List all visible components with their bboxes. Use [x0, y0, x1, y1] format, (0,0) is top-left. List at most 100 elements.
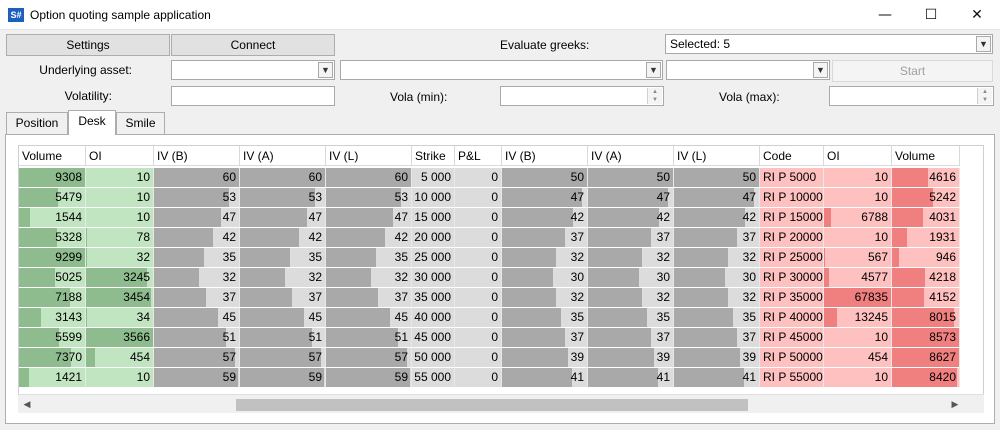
table-cell-strike[interactable]: 45 000 [412, 328, 455, 348]
table-cell-pnl[interactable]: 0 [455, 348, 502, 368]
table-cell-call-iv-bid[interactable]: 60 [154, 168, 240, 188]
table-cell-strike[interactable]: 50 000 [412, 348, 455, 368]
table-cell-put-iv-last[interactable]: 30 [674, 268, 760, 288]
table-cell-call-iv-bid[interactable]: 47 [154, 208, 240, 228]
table-cell-put-iv-ask[interactable]: 30 [588, 268, 674, 288]
table-cell-strike[interactable]: 30 000 [412, 268, 455, 288]
table-cell-put-iv-ask[interactable]: 32 [588, 248, 674, 268]
table-cell-call-oi[interactable]: 3566 [86, 328, 154, 348]
table-cell-call-oi[interactable]: 3454 [86, 288, 154, 308]
table-cell-put-code[interactable]: RI P 35000 [760, 288, 824, 308]
table-cell-put-code[interactable]: RI P 45000 [760, 328, 824, 348]
table-cell-put-oi[interactable]: 10 [824, 188, 892, 208]
column-header-put-code[interactable]: Code [760, 146, 824, 166]
table-cell-call-iv-last[interactable]: 45 [326, 308, 412, 328]
table-cell-put-iv-last[interactable]: 35 [674, 308, 760, 328]
table-cell-put-iv-bid[interactable]: 50 [502, 168, 588, 188]
table-cell-strike[interactable]: 55 000 [412, 368, 455, 388]
table-cell-call-iv-bid[interactable]: 51 [154, 328, 240, 348]
table-cell-call-iv-last[interactable]: 47 [326, 208, 412, 228]
table-cell-put-code[interactable]: RI P 5000 [760, 168, 824, 188]
table-cell-put-code[interactable]: RI P 25000 [760, 248, 824, 268]
table-cell-call-volume[interactable]: 9308 [19, 168, 86, 188]
table-cell-call-iv-last[interactable]: 59 [326, 368, 412, 388]
table-cell-call-iv-last[interactable]: 51 [326, 328, 412, 348]
table-cell-pnl[interactable]: 0 [455, 188, 502, 208]
table-cell-call-iv-ask[interactable]: 60 [240, 168, 326, 188]
column-header-call-iv-last[interactable]: IV (L) [326, 146, 412, 166]
table-cell-pnl[interactable]: 0 [455, 368, 502, 388]
table-cell-call-iv-last[interactable]: 32 [326, 268, 412, 288]
table-cell-call-volume[interactable]: 5479 [19, 188, 86, 208]
table-cell-put-volume[interactable]: 4616 [892, 168, 960, 188]
table-cell-put-oi[interactable]: 67835 [824, 288, 892, 308]
table-cell-call-iv-ask[interactable]: 51 [240, 328, 326, 348]
connect-button[interactable]: Connect [171, 34, 335, 56]
table-cell-call-volume[interactable]: 1421 [19, 368, 86, 388]
table-cell-put-iv-last[interactable]: 32 [674, 248, 760, 268]
table-cell-call-iv-last[interactable]: 57 [326, 348, 412, 368]
table-cell-put-code[interactable]: RI P 50000 [760, 348, 824, 368]
table-cell-put-iv-ask[interactable]: 37 [588, 328, 674, 348]
table-cell-call-iv-bid[interactable]: 57 [154, 348, 240, 368]
table-cell-call-oi[interactable]: 10 [86, 168, 154, 188]
vola-min-input[interactable]: ▲ ▼ [500, 86, 664, 106]
table-cell-call-oi[interactable]: 454 [86, 348, 154, 368]
table-cell-call-volume[interactable]: 5599 [19, 328, 86, 348]
table-cell-strike[interactable]: 40 000 [412, 308, 455, 328]
table-cell-put-iv-last[interactable]: 39 [674, 348, 760, 368]
table-cell-put-oi[interactable]: 10 [824, 168, 892, 188]
minimize-button[interactable]: — [862, 0, 908, 30]
horizontal-scrollbar[interactable]: ◀ ▶ [18, 394, 984, 413]
table-cell-call-iv-bid[interactable]: 45 [154, 308, 240, 328]
column-header-call-iv-bid[interactable]: IV (B) [154, 146, 240, 166]
table-cell-call-iv-last[interactable]: 37 [326, 288, 412, 308]
table-cell-put-iv-ask[interactable]: 32 [588, 288, 674, 308]
table-cell-put-iv-bid[interactable]: 32 [502, 248, 588, 268]
scroll-right-icon[interactable]: ▶ [948, 397, 962, 411]
option-desk-grid[interactable]: Volume OI IV (B) IV (A) IV (L) Strike P&L IV (B… [18, 145, 984, 413]
table-cell-call-volume[interactable]: 9299 [19, 248, 86, 268]
table-cell-pnl[interactable]: 0 [455, 228, 502, 248]
table-cell-put-iv-last[interactable]: 32 [674, 288, 760, 308]
table-cell-pnl[interactable]: 0 [455, 208, 502, 228]
table-cell-call-iv-ask[interactable]: 59 [240, 368, 326, 388]
column-header-strike[interactable]: Strike [412, 146, 455, 166]
table-cell-put-volume[interactable]: 8420 [892, 368, 960, 388]
table-cell-call-oi[interactable]: 3245 [86, 268, 154, 288]
maximize-button[interactable]: ☐ [908, 0, 954, 30]
table-cell-put-iv-ask[interactable]: 47 [588, 188, 674, 208]
table-cell-put-oi[interactable]: 454 [824, 348, 892, 368]
table-cell-call-iv-ask[interactable]: 45 [240, 308, 326, 328]
table-cell-call-iv-ask[interactable]: 35 [240, 248, 326, 268]
table-cell-put-volume[interactable]: 1931 [892, 228, 960, 248]
table-cell-put-code[interactable]: RI P 55000 [760, 368, 824, 388]
table-cell-put-volume[interactable]: 5242 [892, 188, 960, 208]
column-header-put-iv-ask[interactable]: IV (A) [588, 146, 674, 166]
table-cell-call-iv-bid[interactable]: 59 [154, 368, 240, 388]
security-dropdown[interactable]: ▼ [340, 60, 663, 80]
portfolio-dropdown[interactable]: ▼ [666, 60, 830, 80]
table-cell-pnl[interactable]: 0 [455, 268, 502, 288]
table-cell-call-iv-last[interactable]: 53 [326, 188, 412, 208]
table-cell-call-iv-ask[interactable]: 32 [240, 268, 326, 288]
table-cell-put-code[interactable]: RI P 40000 [760, 308, 824, 328]
table-cell-put-iv-bid[interactable]: 30 [502, 268, 588, 288]
table-cell-call-volume[interactable]: 1544 [19, 208, 86, 228]
table-cell-strike[interactable]: 5 000 [412, 168, 455, 188]
table-cell-call-iv-last[interactable]: 60 [326, 168, 412, 188]
table-cell-call-volume[interactable]: 5025 [19, 268, 86, 288]
table-cell-put-iv-ask[interactable]: 50 [588, 168, 674, 188]
table-cell-put-iv-last[interactable]: 41 [674, 368, 760, 388]
table-cell-put-code[interactable]: RI P 10000 [760, 188, 824, 208]
table-cell-call-iv-bid[interactable]: 53 [154, 188, 240, 208]
table-cell-put-volume[interactable]: 8573 [892, 328, 960, 348]
table-cell-put-iv-last[interactable]: 37 [674, 328, 760, 348]
table-cell-put-code[interactable]: RI P 20000 [760, 228, 824, 248]
column-header-put-iv-bid[interactable]: IV (B) [502, 146, 588, 166]
table-cell-put-iv-bid[interactable]: 42 [502, 208, 588, 228]
table-cell-put-iv-bid[interactable]: 35 [502, 308, 588, 328]
table-cell-call-iv-ask[interactable]: 47 [240, 208, 326, 228]
table-cell-call-iv-last[interactable]: 42 [326, 228, 412, 248]
vola-max-spinner[interactable]: ▲ ▼ [977, 88, 992, 104]
